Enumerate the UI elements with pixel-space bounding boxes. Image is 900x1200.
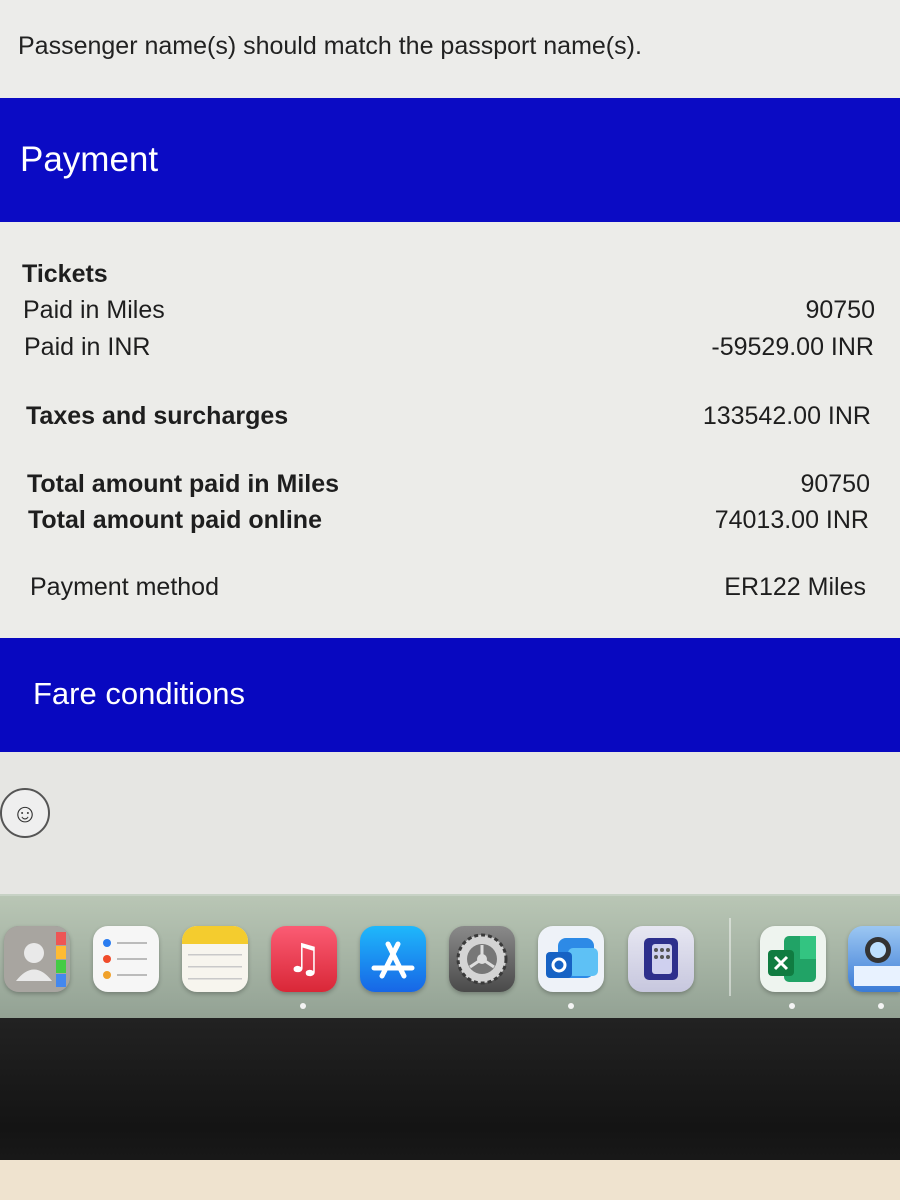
taxes-value: 133542.00 INR bbox=[702, 402, 871, 430]
fare-conditions-content bbox=[0, 752, 900, 894]
music-icon[interactable]: ♫ bbox=[271, 926, 337, 992]
paid-in-miles-value: 90750 bbox=[805, 296, 875, 324]
total-online-value: 74013.00 INR bbox=[714, 506, 869, 534]
preview-running-indicator bbox=[878, 1003, 884, 1009]
app-store-icon[interactable] bbox=[360, 926, 426, 992]
payment-section-header: Payment bbox=[0, 98, 900, 222]
notes-icon[interactable] bbox=[182, 926, 248, 992]
total-miles-value: 90750 bbox=[800, 470, 870, 498]
outlook-icon[interactable] bbox=[538, 926, 604, 992]
preview-icon[interactable] bbox=[848, 926, 900, 992]
smiley-icon: ☺ bbox=[11, 797, 39, 828]
payment-method-label: Payment method bbox=[30, 573, 219, 601]
outlook-running-indicator bbox=[568, 1003, 574, 1009]
browser-viewport: Passenger name(s) should match the passp… bbox=[0, 0, 900, 1020]
total-online-label: Total amount paid online bbox=[28, 506, 322, 534]
system-settings-icon[interactable] bbox=[449, 926, 515, 992]
total-miles-label: Total amount paid in Miles bbox=[27, 470, 340, 498]
excel-icon[interactable] bbox=[760, 926, 826, 992]
payment-row-method: Payment method ER122 Miles bbox=[0, 573, 900, 607]
fare-conditions-header[interactable]: Fare conditions bbox=[0, 638, 900, 752]
remote-desktop-icon[interactable] bbox=[628, 926, 694, 992]
music-running-indicator bbox=[300, 1003, 306, 1009]
fare-conditions-title: Fare conditions bbox=[33, 676, 245, 711]
payment-row-total-online: Total amount paid online 74013.00 INR bbox=[0, 506, 900, 540]
feedback-smiley-button[interactable]: ☺ bbox=[0, 788, 50, 838]
contacts-icon[interactable] bbox=[4, 926, 70, 992]
payment-row-paid-in-inr: Paid in INR -59529.00 INR bbox=[0, 333, 900, 367]
payment-details: Tickets Paid in Miles 90750 Paid in INR … bbox=[0, 222, 900, 638]
passport-notice: Passenger name(s) should match the passp… bbox=[0, 0, 900, 98]
reminders-icon[interactable] bbox=[93, 926, 159, 992]
passport-notice-text: Passenger name(s) should match the passp… bbox=[18, 32, 642, 60]
paid-in-inr-value: -59529.00 INR bbox=[711, 333, 874, 361]
taxes-label: Taxes and surcharges bbox=[26, 402, 289, 430]
payment-row-paid-in-miles: Paid in Miles 90750 bbox=[0, 296, 900, 330]
dock: ♫ bbox=[0, 894, 900, 1018]
tickets-heading: Tickets bbox=[22, 260, 108, 288]
payment-title: Payment bbox=[20, 140, 159, 179]
desk-surface bbox=[0, 1160, 900, 1200]
excel-running-indicator bbox=[789, 1003, 795, 1009]
payment-method-value: ER122 Miles bbox=[724, 573, 866, 601]
dock-divider bbox=[729, 918, 731, 996]
paid-in-inr-label: Paid in INR bbox=[24, 333, 151, 361]
payment-row-taxes: Taxes and surcharges 133542.00 INR bbox=[0, 402, 900, 436]
paid-in-miles-label: Paid in Miles bbox=[23, 296, 165, 324]
payment-row-total-miles: Total amount paid in Miles 90750 bbox=[0, 470, 900, 504]
